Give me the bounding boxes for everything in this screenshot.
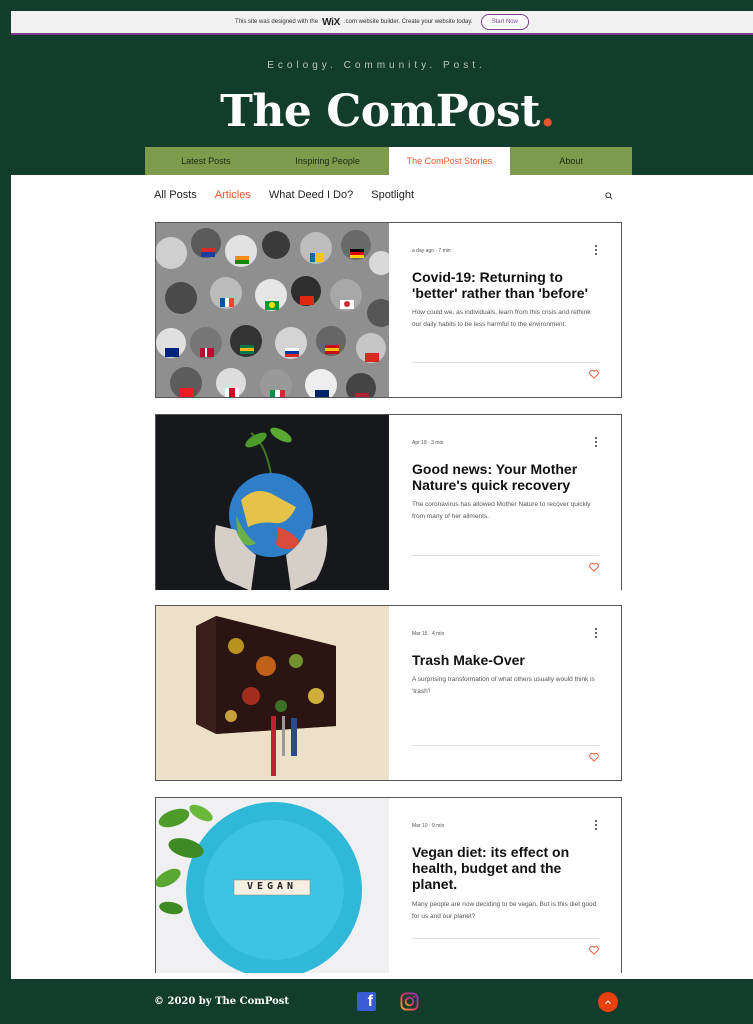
blog-content: All Posts Articles What Deed I Do? Spotl… [11,175,753,979]
banner-text: This site was designed with the [235,19,319,25]
site-title-text: The ComPost [220,86,540,137]
more-options-icon[interactable] [593,628,599,638]
vegan-tiles-text: VEGAN [246,881,298,892]
nav-item-latest-posts[interactable]: Latest Posts [145,147,267,175]
facebook-icon[interactable]: f [357,992,376,1011]
post-excerpt: Many people are now deciding to be vegan… [412,901,597,920]
post-excerpt: A surprising transformation of what othe… [412,676,595,695]
post-body: Mar 15 · 4 min Trash Make-Over A surpris… [412,606,599,780]
back-to-top-button[interactable] [598,992,618,1012]
post-divider [412,362,599,363]
post-card[interactable]: VEGAN Mar 10 · 9 min Vegan diet: its eff… [155,797,622,973]
post-card[interactable]: Mar 15 · 4 min Trash Make-Over A surpris… [155,605,622,781]
heart-icon[interactable] [589,753,599,762]
chevron-up-icon [605,1000,611,1004]
post-card[interactable]: a day ago · 7 min Covid-19: Returning to… [155,222,622,398]
banner-text-2: .com website builder. Create your websit… [343,19,473,25]
category-menu: All Posts Articles What Deed I Do? Spotl… [154,189,414,201]
site-title[interactable]: The ComPost. [0,86,753,137]
more-options-icon[interactable] [593,245,599,255]
copyright-text: © 2020 by The ComPost [154,996,290,1007]
post-title[interactable]: Good news: Your Mother Nature's quick re… [412,461,599,493]
post-divider [412,938,599,939]
category-spotlight[interactable]: Spotlight [371,189,414,201]
post-title[interactable]: Covid-19: Returning to 'better' rather t… [412,269,599,301]
category-what-deed[interactable]: What Deed I Do? [269,189,353,201]
wix-banner: This site was designed with the WiX .com… [11,11,753,35]
heart-icon[interactable] [589,563,599,572]
heart-icon[interactable] [589,370,599,379]
post-excerpt: How could we, as individuals, learn from… [412,309,591,328]
post-meta: Apr 18 · 3 min [412,440,444,446]
post-meta: a day ago · 7 min [412,248,451,254]
nav-item-inspiring-people[interactable]: Inspiring People [267,147,389,175]
category-articles[interactable]: Articles [215,189,251,201]
post-body: Apr 18 · 3 min Good news: Your Mother Na… [412,415,599,590]
post-title[interactable]: Vegan diet: its effect on health, budget… [412,844,599,892]
heart-icon[interactable] [589,946,599,955]
instagram-icon[interactable] [400,992,419,1011]
post-card[interactable]: Apr 18 · 3 min Good news: Your Mother Na… [155,414,622,590]
post-image-vegan-plate[interactable]: VEGAN [156,798,389,973]
post-divider [412,745,599,746]
post-image-key-holder[interactable] [156,606,389,780]
post-image-masked-crowd[interactable] [156,223,389,397]
main-nav: Latest Posts Inspiring People The ComPos… [145,147,632,175]
post-divider [412,555,599,556]
wix-logo[interactable]: WiX [322,17,340,28]
category-all-posts[interactable]: All Posts [154,189,197,201]
start-now-button[interactable]: Start Now [480,14,529,30]
nav-item-about[interactable]: About [510,147,632,175]
post-meta: Mar 15 · 4 min [412,631,445,637]
site-tagline: Ecology. Community. Post. [267,60,486,71]
post-meta: Mar 10 · 9 min [412,823,445,829]
post-title[interactable]: Trash Make-Over [412,652,599,668]
post-excerpt: The coronavirus has allowed Mother Natur… [412,501,591,520]
more-options-icon[interactable] [593,437,599,447]
post-image-globe-hands[interactable] [156,415,389,590]
nav-item-compost-stories[interactable]: The ComPost Stories [388,147,511,175]
post-body: Mar 10 · 9 min Vegan diet: its effect on… [412,798,599,973]
search-icon[interactable] [605,192,613,200]
more-options-icon[interactable] [593,820,599,830]
post-body: a day ago · 7 min Covid-19: Returning to… [412,223,599,397]
site-title-dot: . [540,86,555,137]
